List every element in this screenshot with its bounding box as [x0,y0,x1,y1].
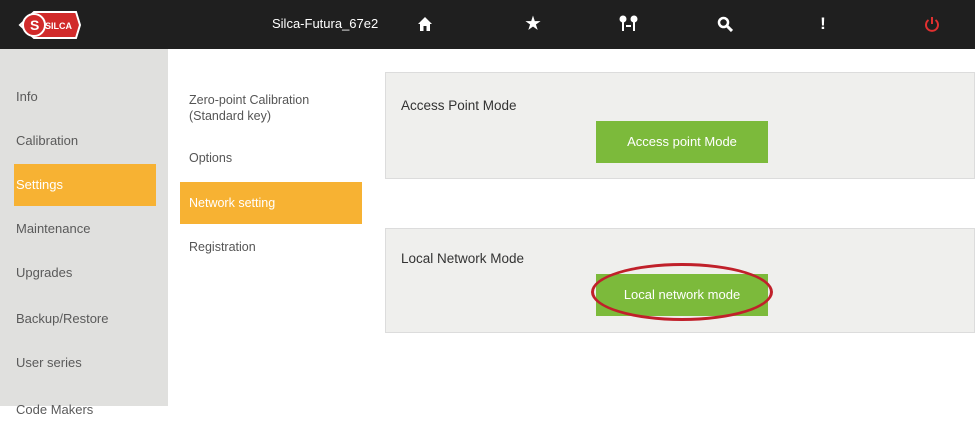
sidebar-item-calibration[interactable]: Calibration [0,120,168,162]
power-icon[interactable] [920,12,944,36]
search-icon[interactable] [713,12,737,36]
sidebar-item-upgrades[interactable]: Upgrades [0,252,168,294]
silca-logo: S SILCA [18,11,82,39]
submenu-item-zero-point-calibration[interactable]: Zero-point Calibration (Standard key) [180,92,362,124]
access-point-panel: Access Point Mode Access point Mode [385,72,975,179]
highlight-ring [591,263,773,321]
sidebar-item-backup-restore[interactable]: Backup/Restore [0,298,168,340]
sidebar: Info Calibration Settings Maintenance Up… [0,49,168,417]
submenu-item-registration[interactable]: Registration [180,239,362,255]
svg-text:SILCA: SILCA [45,21,73,31]
local-network-title: Local Network Mode [401,251,525,266]
sidebar-item-user-series[interactable]: User series [0,342,168,384]
access-point-title: Access Point Mode [401,98,517,113]
top-bar: S SILCA Silca-Futura_67e2 ★ ! [0,0,975,49]
sidebar-item-settings[interactable]: Settings [14,164,156,206]
star-icon[interactable]: ★ [521,12,545,36]
keys-icon[interactable] [617,12,641,36]
sidebar-item-maintenance[interactable]: Maintenance [0,208,168,250]
access-point-mode-button[interactable]: Access point Mode [596,121,768,163]
submenu-item-network-setting[interactable]: Network setting [180,182,362,224]
svg-text:S: S [30,17,39,33]
sidebar-item-info[interactable]: Info [0,76,168,118]
info-icon[interactable]: ! [811,12,835,36]
sidebar-item-code-makers[interactable]: Code Makers [0,389,168,431]
device-name: Silca-Futura_67e2 [272,16,379,31]
home-icon[interactable] [413,12,437,36]
submenu-item-options[interactable]: Options [180,150,362,166]
